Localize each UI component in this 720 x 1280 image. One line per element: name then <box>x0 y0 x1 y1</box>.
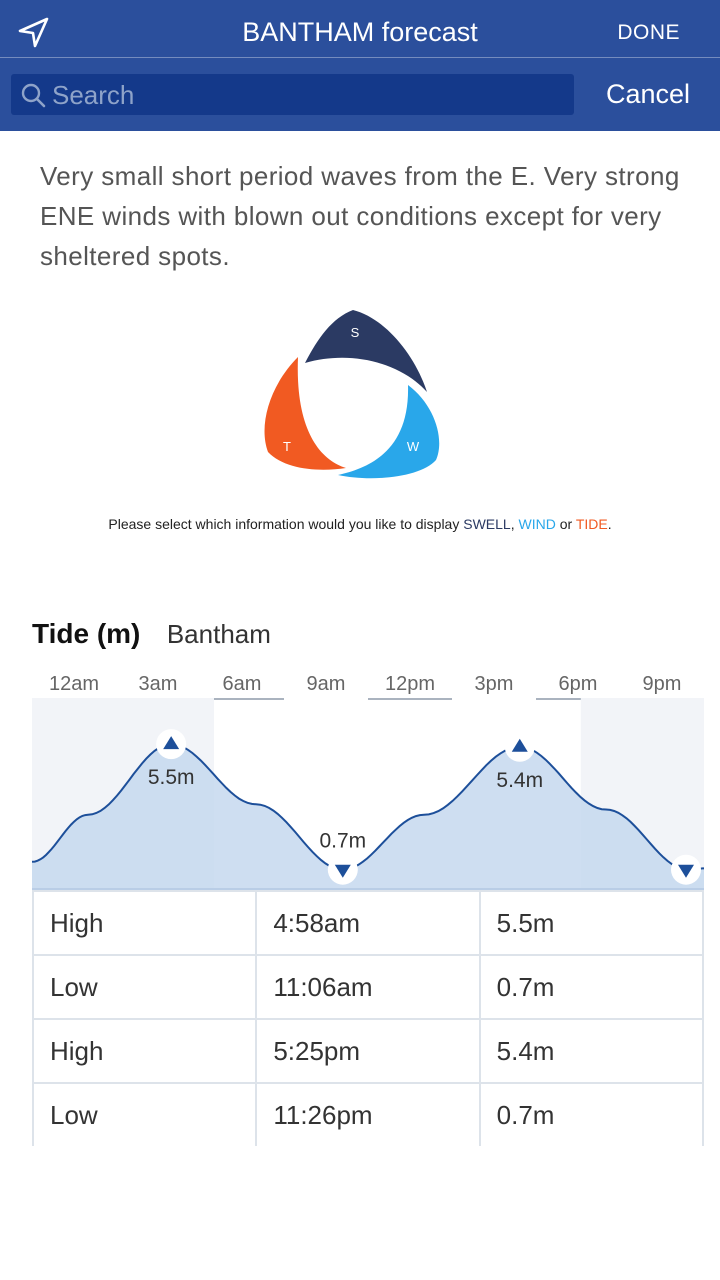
hint-prefix: Please select which information would yo… <box>108 516 464 532</box>
time-label: 6am <box>200 670 284 700</box>
time-label: 9am <box>306 673 346 695</box>
time-label: 3am <box>138 673 178 695</box>
tide-table: High 4:58am 5.5m Low 11:06am 0.7m High 5… <box>32 890 704 1146</box>
tide-height: 5.4m <box>478 1020 704 1082</box>
selector-hint: Please select which information would yo… <box>0 516 720 532</box>
tide-height: 0.7m <box>478 1084 704 1146</box>
tide-extreme-label: 5.4m <box>496 769 543 792</box>
time-label: 9pm <box>642 673 682 695</box>
tide-time: 11:26pm <box>255 1084 478 1146</box>
hint-tide: TIDE <box>575 516 608 532</box>
wind-letter: W <box>407 439 420 454</box>
table-row: Low 11:06am 0.7m <box>32 954 704 1018</box>
done-button[interactable]: DONE <box>617 18 680 48</box>
cancel-button[interactable]: Cancel <box>606 77 690 111</box>
tide-extreme-label: 0.7m <box>319 830 366 853</box>
tide-time: 5:25pm <box>255 1020 478 1082</box>
tide-title: Tide (m) <box>32 618 141 649</box>
tide-time-axis: 12am 3am 6am 9am 12pm 3pm 6pm 9pm <box>32 670 704 700</box>
search-input[interactable] <box>52 78 552 112</box>
time-label: 3pm <box>474 673 514 695</box>
page-title: BANTHAM forecast <box>242 17 478 47</box>
tide-location: Bantham <box>166 619 271 649</box>
tide-extreme-label: 5.5m <box>148 766 195 789</box>
time-label: 12am <box>32 670 116 700</box>
hint-sep2: or <box>555 516 576 532</box>
tide-letter: T <box>283 439 291 454</box>
swell-letter: S <box>351 325 360 340</box>
tide-chart: 5.5m 0.7m 5.4m <box>32 698 704 890</box>
tide-time: 11:06am <box>255 956 478 1018</box>
hint-wind: WIND <box>518 516 556 532</box>
tide-type: High <box>32 1020 255 1082</box>
swell-segment[interactable]: S <box>305 310 427 392</box>
table-row: Low 11:26pm 0.7m <box>32 1082 704 1146</box>
tide-type: Low <box>32 1084 255 1146</box>
hint-sep1: , <box>510 516 519 532</box>
top-bar: BANTHAM forecast DONE Cancel <box>0 0 720 131</box>
swell-wind-tide-selector: S W T <box>264 310 440 479</box>
tide-height: 5.5m <box>478 892 704 954</box>
tide-segment[interactable]: T <box>264 357 346 470</box>
tide-time: 4:58am <box>255 892 478 954</box>
search-bar[interactable] <box>11 74 574 115</box>
search-icon <box>21 83 46 108</box>
table-row: High 5:25pm 5.4m <box>32 1018 704 1082</box>
hint-end: . <box>607 516 612 532</box>
time-label: 6pm <box>536 670 620 700</box>
forecast-description: Very small short period waves from the E… <box>40 161 680 271</box>
time-label: 12pm <box>368 670 452 700</box>
tide-height: 0.7m <box>478 956 704 1018</box>
header-divider <box>0 57 720 58</box>
tide-type: Low <box>32 956 255 1018</box>
wind-segment[interactable]: W <box>338 385 440 479</box>
table-row: High 4:58am 5.5m <box>32 890 704 954</box>
tide-header: Tide (m) Bantham <box>32 618 271 658</box>
tide-type: High <box>32 892 255 954</box>
hint-swell: SWELL <box>463 516 511 532</box>
